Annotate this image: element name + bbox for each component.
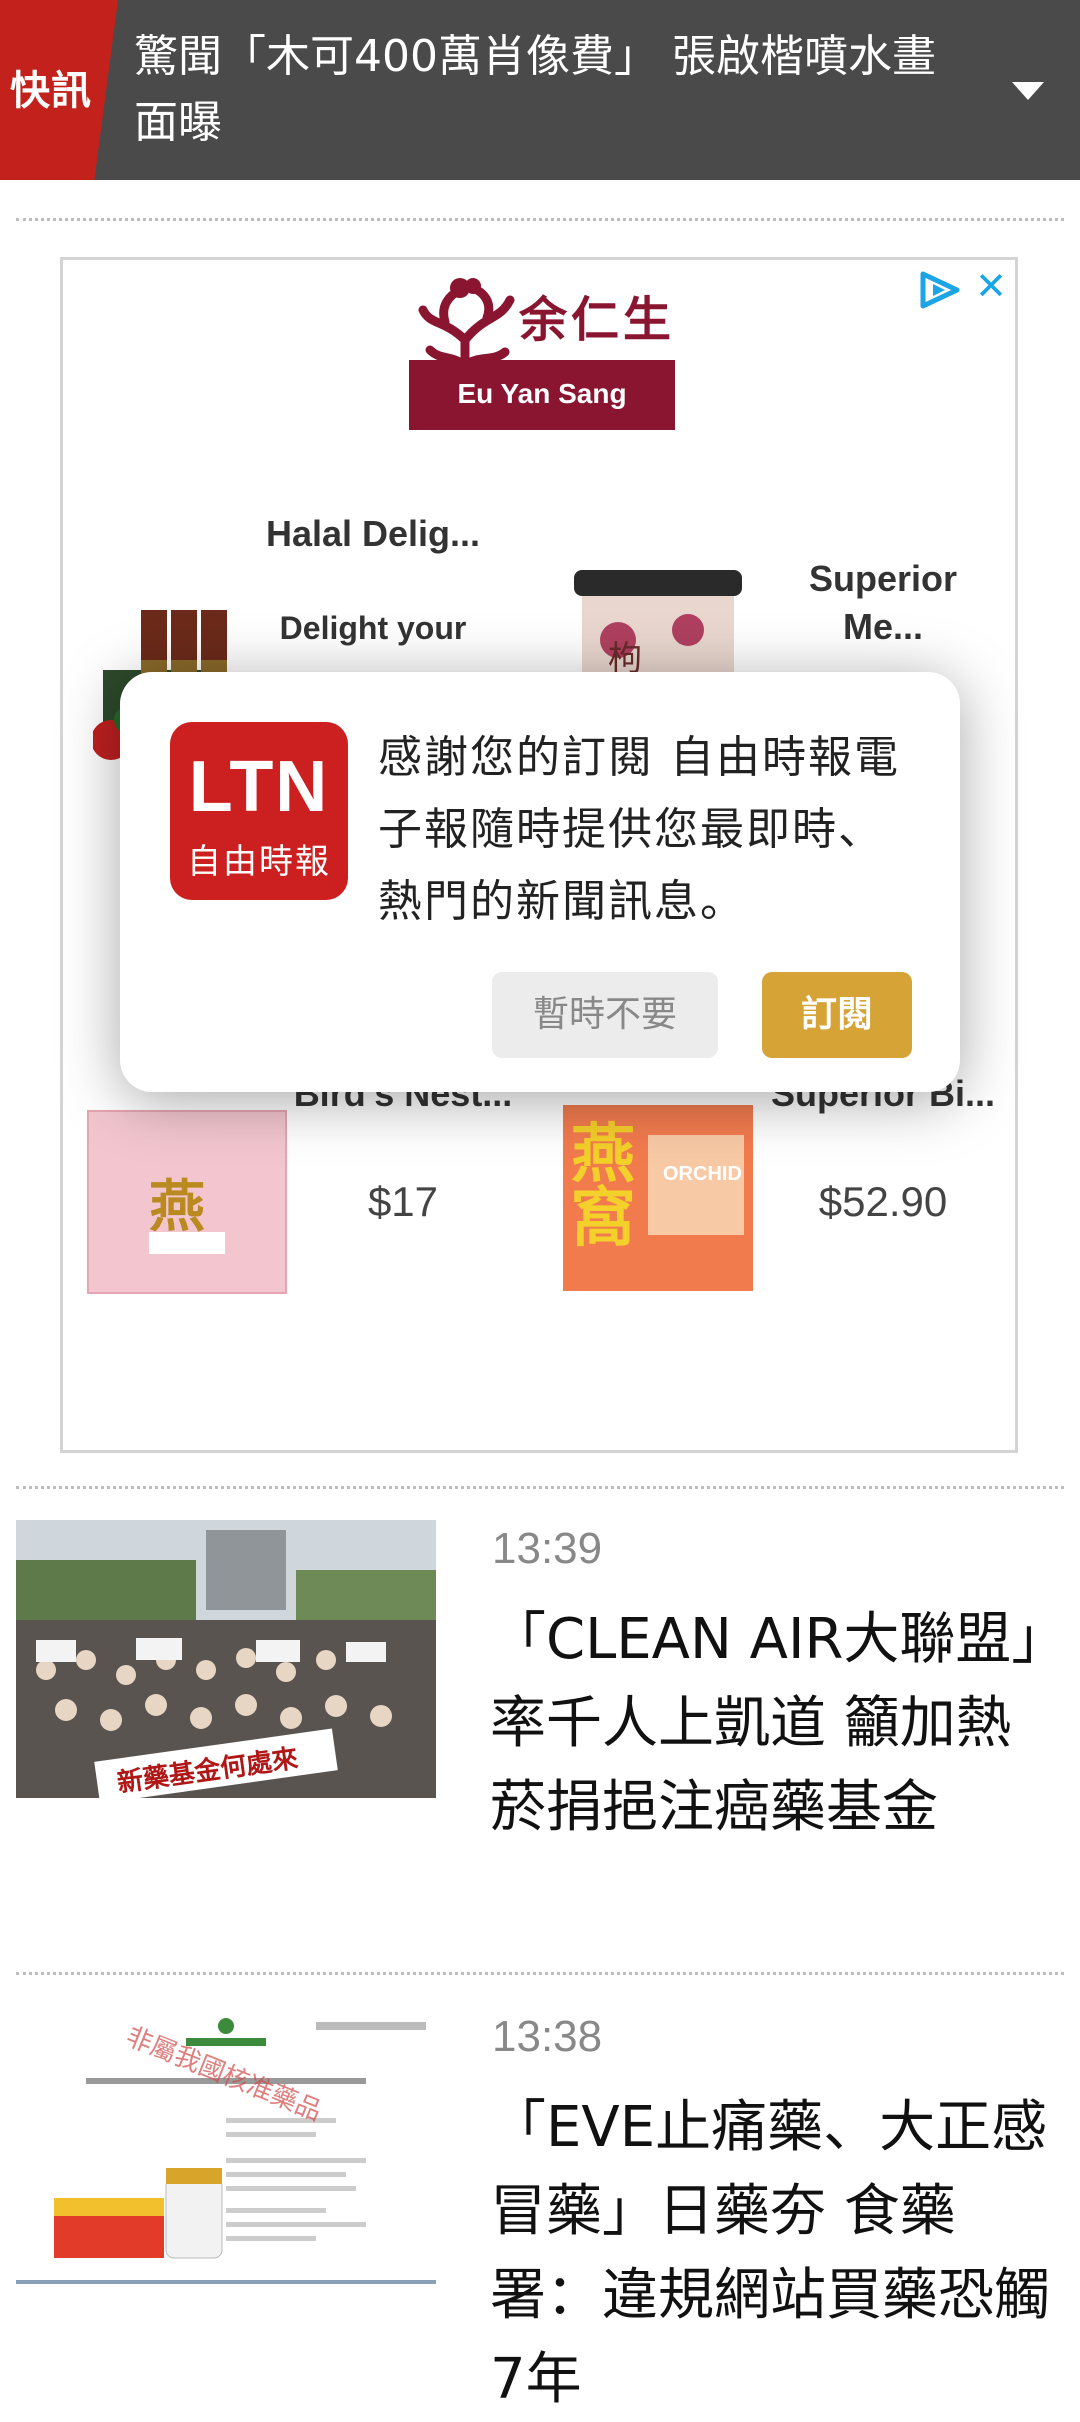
product-image-birds-nest[interactable]: 燕 [87, 1110, 287, 1294]
news-time: 13:39 [492, 1524, 603, 1573]
product-image-label: ORCHID [663, 1163, 742, 1185]
ltn-logo-chinese: 自由時報 [187, 842, 331, 882]
divider [16, 218, 1064, 221]
breaking-news-headline[interactable]: 驚聞「木可400萬肖像費」 張啟楷噴水畫面曝 [134, 24, 954, 156]
news-title[interactable]: 「EVE止痛藥、大正感冒藥」日藥夯 食藥署：違規網站買藥恐觸7年 [490, 2086, 1050, 2422]
breaking-news-tag-label: 快訊 [10, 68, 92, 114]
product-label [149, 1232, 225, 1254]
subscribe-button[interactable]: 訂閱 [762, 972, 912, 1058]
adchoices-icon[interactable] [919, 270, 963, 310]
breaking-news-tag: 快訊 [0, 0, 118, 180]
product-title-superior-me[interactable]: Superior Me... [768, 555, 998, 651]
product-image-text: 燕窩 [571, 1118, 635, 1256]
close-icon[interactable]: ✕ [975, 264, 1007, 308]
product-image-superior-bi[interactable]: 燕窩 ORCHID [563, 1105, 753, 1291]
divider [16, 1972, 1064, 1975]
ltn-logo: LTN 自由時報 [170, 722, 348, 900]
divider [16, 1486, 1064, 1489]
news-time: 13:38 [492, 2012, 603, 2061]
ltn-logo-text: LTN [188, 747, 330, 827]
dialog-message: 感謝您的訂閱 自由時報電子報隨時提供您最即時、熱門的新聞訊息。 [378, 732, 900, 927]
breaking-news-bar[interactable]: 快訊 驚聞「木可400萬肖像費」 張啟楷噴水畫面曝 [0, 0, 1080, 180]
subscribe-dialog: LTN 自由時報 感謝您的訂閱 自由時報電子報隨時提供您最即時、熱門的新聞訊息。… [120, 672, 960, 1092]
product-title-halal-delight[interactable]: Halal Delig... [233, 510, 513, 558]
chevron-down-icon[interactable] [1012, 82, 1044, 100]
product-price-birds-nest: $17 [367, 1178, 439, 1225]
not-now-button[interactable]: 暫時不要 [492, 972, 718, 1058]
brand-name-english: Eu Yan Sang [457, 378, 627, 409]
product-price-superior-bi: $52.90 [818, 1178, 948, 1225]
product-subtitle-halal-delight: Delight your belo... [279, 610, 467, 646]
news-thumbnail-protest[interactable]: 新藥基金何處來 [16, 1520, 436, 1798]
news-title[interactable]: 「CLEAN AIR大聯盟」率千人上凱道 籲加熱菸捐挹注癌藥基金 [490, 1598, 1050, 1850]
brand-name-chinese: 余仁生 [519, 292, 676, 348]
eu-yan-sang-logo[interactable]: 余仁生 Eu Yan Sang [409, 270, 675, 430]
news-thumbnail-drug-website[interactable]: 非屬我國核准藥品 [16, 2008, 436, 2288]
product-image-text: 燕 [149, 1175, 205, 1240]
product-image-superior-me[interactable]: 枸 [568, 570, 748, 680]
